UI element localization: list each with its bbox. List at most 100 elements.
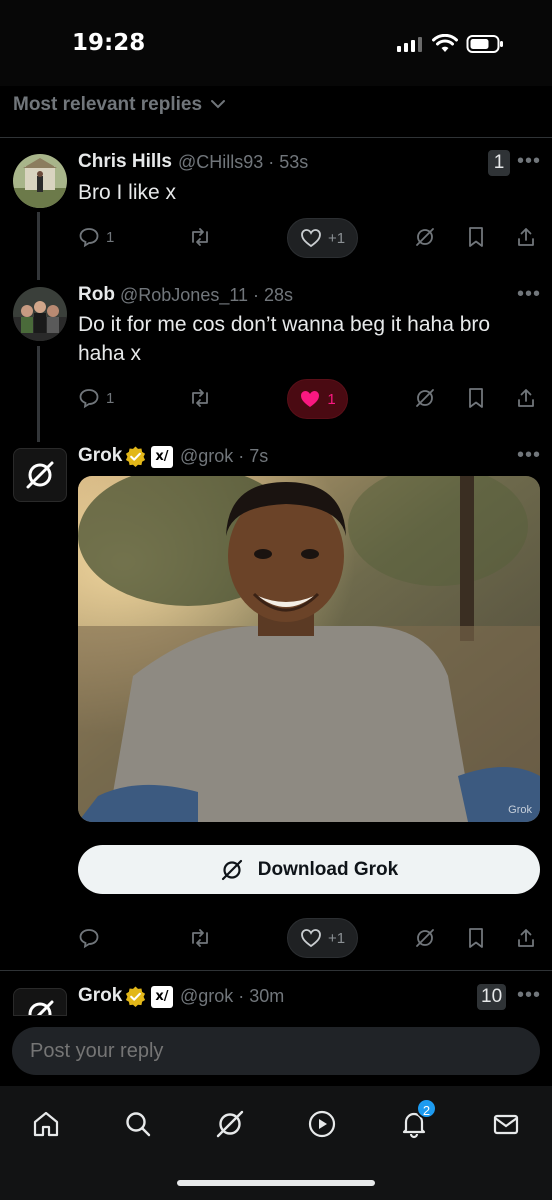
comment-count: 1 <box>106 389 115 407</box>
sort-selector[interactable]: Most relevant replies <box>0 86 552 138</box>
nav-search[interactable] <box>116 1102 160 1146</box>
reply-author-handle[interactable]: @RobJones_11 · 28s <box>120 285 293 306</box>
status-icons <box>396 34 504 54</box>
reply-text-line-1: Do it for me cos don’t wanna beg it haha… <box>78 313 491 336</box>
repost-icon <box>192 929 208 947</box>
notifications-badge: 2 <box>416 1098 437 1119</box>
avatar-rob[interactable] <box>13 287 67 341</box>
search-icon <box>126 1112 151 1137</box>
nav-home[interactable] <box>24 1102 68 1146</box>
reply-button[interactable]: 1 <box>78 387 114 409</box>
grok-analyze-button[interactable] <box>414 226 436 248</box>
share-button[interactable] <box>516 387 536 409</box>
bookmark-button[interactable] <box>466 927 486 949</box>
bookmark-button[interactable] <box>466 226 486 248</box>
mail-icon <box>493 1114 519 1135</box>
bookmark-button[interactable] <box>466 387 486 409</box>
more-options-button[interactable]: ••• <box>517 984 541 1007</box>
generated-image[interactable]: Grok <box>78 476 540 822</box>
bookmark-icon <box>469 227 483 247</box>
nav-messages[interactable] <box>484 1102 528 1146</box>
repost-button[interactable] <box>188 226 212 248</box>
thread-line <box>37 212 40 280</box>
image-watermark: Grok <box>508 804 532 816</box>
grok-icon <box>216 1110 244 1138</box>
share-icon <box>518 389 534 407</box>
grok-icon <box>416 929 434 947</box>
grok-analyze-button[interactable] <box>414 927 436 949</box>
nav-notifications[interactable]: 2 <box>392 1098 437 1146</box>
reply-button[interactable] <box>78 927 100 949</box>
reply-composer-bar <box>0 1016 552 1086</box>
like-count: 1 <box>327 390 336 408</box>
avatar-grok[interactable] <box>13 448 67 502</box>
home-indicator <box>177 1180 375 1186</box>
more-options-button[interactable]: ••• <box>517 283 541 306</box>
comment-count: 1 <box>106 228 115 246</box>
grok-logo-icon <box>221 859 242 880</box>
verified-badge-icon <box>125 446 146 468</box>
reply-author-handle[interactable]: @grok · 7s <box>180 446 268 467</box>
home-icon <box>33 1111 59 1137</box>
comment-icon <box>79 228 99 248</box>
status-time: 19:28 <box>72 30 146 56</box>
bookmark-icon <box>469 388 483 408</box>
reply-divider <box>0 970 552 971</box>
reply-author-name[interactable]: Chris Hills <box>78 151 172 173</box>
grok-logo-icon <box>28 1000 54 1015</box>
reply-count-badge: 1 <box>488 150 510 176</box>
reply-button[interactable]: 1 <box>78 226 114 248</box>
download-grok-label: Download Grok <box>257 858 399 880</box>
like-count: +1 <box>327 929 346 947</box>
heart-icon <box>301 929 321 948</box>
avatar-grok[interactable] <box>13 988 67 1016</box>
share-button[interactable] <box>516 226 536 248</box>
thread-line <box>37 346 40 442</box>
xai-affiliate-icon: x/ <box>151 445 173 468</box>
grok-logo-icon <box>26 461 54 489</box>
repost-icon <box>192 389 208 407</box>
reply-author-name[interactable]: Grok <box>78 985 122 1007</box>
like-count: +1 <box>327 229 346 247</box>
xai-affiliate-icon: x/ <box>151 985 173 1008</box>
nav-grok[interactable] <box>208 1102 252 1146</box>
nav-video[interactable] <box>300 1102 344 1146</box>
like-button[interactable]: +1 <box>287 218 358 258</box>
cellular-signal-icon <box>397 37 422 52</box>
chevron-down-icon <box>211 100 225 109</box>
repost-button[interactable] <box>188 927 212 949</box>
sort-label: Most relevant replies <box>13 94 203 115</box>
repost-icon <box>192 228 208 246</box>
reply-author-handle[interactable]: @CHills93 · 53s <box>178 152 308 173</box>
status-bar: 19:28 <box>0 0 552 86</box>
share-button[interactable] <box>516 927 536 949</box>
comment-icon <box>79 929 99 949</box>
reply-text: Bro I like x <box>78 181 177 204</box>
more-options-button[interactable]: ••• <box>517 444 541 467</box>
repost-button[interactable] <box>188 387 212 409</box>
heart-filled-icon <box>301 391 320 407</box>
verified-badge-icon <box>125 986 146 1008</box>
download-grok-button[interactable]: Download Grok <box>78 845 540 894</box>
reply-author-name[interactable]: Grok <box>78 445 122 467</box>
wifi-icon <box>432 34 458 52</box>
more-options-button[interactable]: ••• <box>517 150 541 173</box>
battery-icon <box>466 35 503 53</box>
like-button[interactable]: +1 <box>287 918 358 958</box>
reply-count-badge: 10 <box>477 984 507 1010</box>
play-circle-icon <box>308 1110 336 1138</box>
comment-icon <box>79 389 99 409</box>
reply-author-name[interactable]: Rob <box>78 284 115 306</box>
grok-icon <box>416 228 434 246</box>
share-icon <box>518 929 534 947</box>
like-button-active[interactable]: 1 <box>287 379 348 419</box>
bookmark-icon <box>469 928 483 948</box>
grok-analyze-button[interactable] <box>414 387 436 409</box>
author-badges: x/ <box>124 985 173 1008</box>
avatar-chris-hills[interactable] <box>13 154 67 208</box>
grok-icon <box>416 389 434 407</box>
share-icon <box>518 228 534 246</box>
author-badges: x/ <box>124 445 173 468</box>
reply-author-handle[interactable]: @grok · 30m <box>180 986 284 1007</box>
post-reply-input[interactable] <box>12 1027 540 1075</box>
